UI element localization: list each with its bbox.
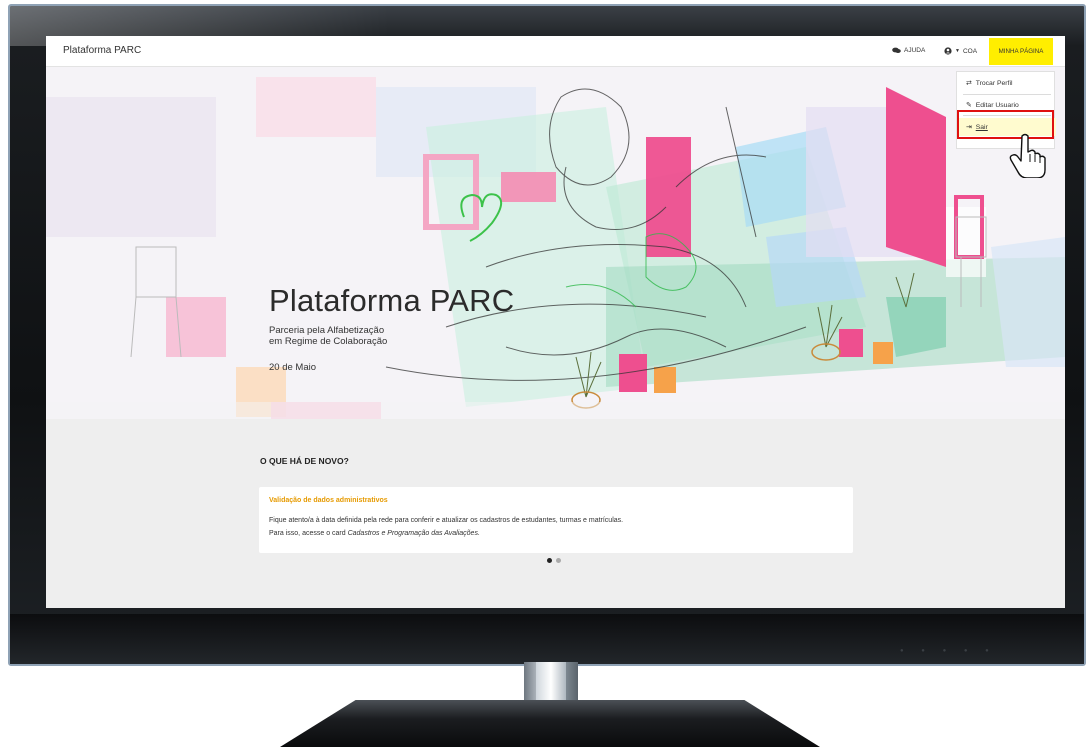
chat-icon (892, 47, 901, 53)
hero-subtitle-line2: em Regime de Colaboração (269, 336, 388, 347)
swap-icon: ⇄ (966, 80, 972, 87)
news-card-text-line1: Fique atento/a à data definida pela rede… (269, 517, 624, 524)
hero-subtitle-line1: Parceria pela Alfabetização (269, 325, 385, 336)
menu-item-label: Editar Usuario (975, 101, 1019, 109)
news-card-text-line2: Para isso, acesse o card Cadastros e Pro… (269, 530, 480, 537)
hero-title: Plataforma PARC (269, 283, 515, 318)
carousel-dot-1[interactable] (547, 558, 552, 563)
news-card-heading: Validação de dados administrativos (269, 497, 388, 504)
monitor-photo: ● ● ● ● ● Plataforma PARC AJUDA ▼ COA MI… (0, 0, 1086, 747)
monitor-base (280, 700, 820, 747)
monitor-buttons: ● ● ● ● ● (900, 648, 997, 654)
my-page-button[interactable]: MINHA PÁGINA (989, 38, 1053, 65)
menu-item-switch-profile[interactable]: ⇄ Trocar Perfil (957, 75, 1056, 91)
news-card[interactable]: Validação de dados administrativos Fique… (259, 487, 853, 553)
help-link[interactable]: AJUDA (892, 47, 925, 54)
hero-illustration (46, 67, 1065, 419)
news-section-title: O QUE HÁ DE NOVO? (260, 456, 349, 466)
user-menu-toggle[interactable]: ▼ COA (944, 47, 977, 55)
user-circle-icon (944, 47, 952, 55)
hero-banner: Plataforma PARC Parceria pela Alfabetiza… (46, 67, 1065, 419)
carousel-indicators (547, 558, 561, 563)
user-label: COA (962, 47, 978, 55)
hero-date: 20 de Maio (269, 362, 317, 373)
menu-item-label: Trocar Perfil (975, 79, 1013, 87)
monitor-chin (10, 614, 1084, 664)
news-card-text-prefix: Para isso, acesse o card (269, 530, 348, 537)
hand-pointer-icon (1009, 133, 1046, 178)
news-card-text-emphasis: Cadastros e Programação das Avaliações. (347, 530, 480, 537)
caret-down-icon: ▼ (955, 48, 960, 54)
carousel-dot-2[interactable] (556, 558, 561, 563)
screen: Plataforma PARC AJUDA ▼ COA MINHA PÁGINA (46, 36, 1065, 608)
brand-link[interactable]: Plataforma PARC (63, 45, 141, 56)
help-label: AJUDA (904, 47, 926, 54)
edit-icon: ✎ (966, 102, 972, 109)
top-navbar: Plataforma PARC AJUDA ▼ COA MINHA PÁGINA (46, 36, 1065, 67)
menu-divider (963, 94, 1051, 95)
